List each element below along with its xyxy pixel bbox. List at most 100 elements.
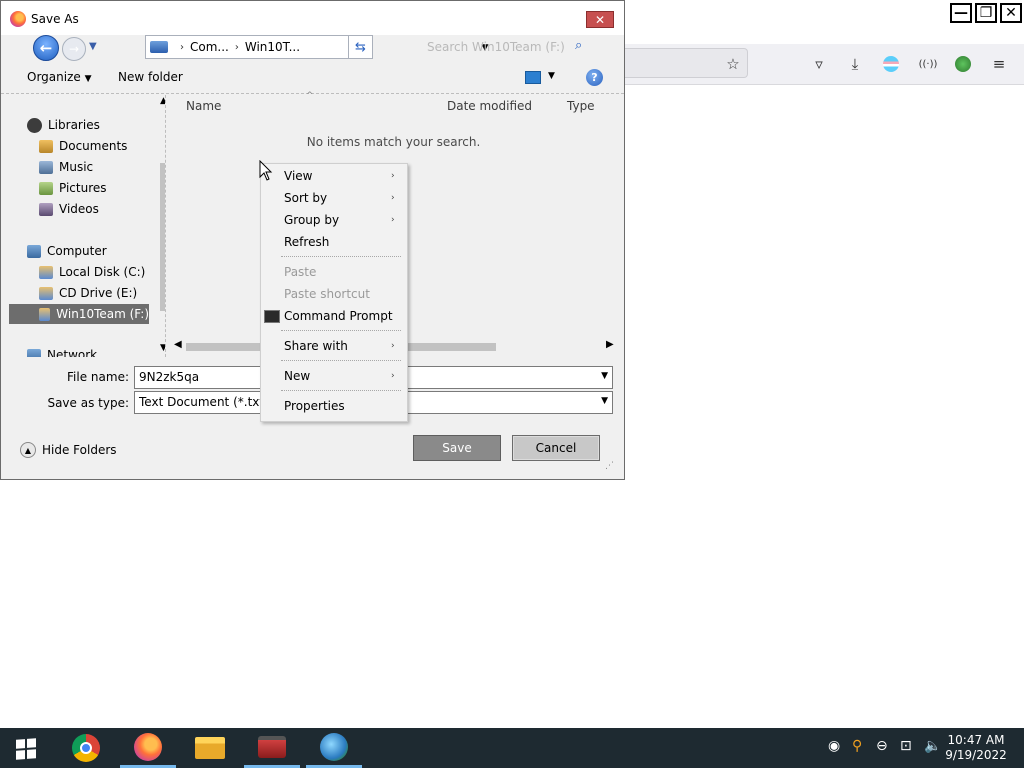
nav-label: Computer [47,244,107,258]
restore-button[interactable]: ❐ [975,3,997,23]
nav-label: CD Drive (E:) [59,286,138,300]
minus-circle-icon[interactable]: ⊖ [876,738,888,754]
chrome-icon[interactable] [58,728,114,768]
new-folder-button[interactable]: New folder [118,70,183,84]
hide-folders-button[interactable]: ▲ Hide Folders [20,442,117,458]
chevron-left-icon[interactable]: ◀ [174,339,182,350]
chevron-right-icon: › [391,171,395,181]
menu-item-properties[interactable]: Properties [261,396,407,416]
chevron-right-icon[interactable]: › [235,42,239,53]
idm-extension-icon[interactable] [953,54,973,74]
nav-item-libraries[interactable]: Libraries [27,115,100,135]
context-menu: View › Sort by › Group by › Refresh Paste P… [260,163,408,422]
taskbar: ◉ ⚲ ⊖ ⊡ 🔈 10:47 AM 9/19/2022 [0,728,1024,768]
nav-label: Local Disk (C:) [59,265,146,279]
bookmark-star-icon[interactable]: ☆ [723,54,743,74]
column-header-name[interactable]: Name [186,99,221,113]
documents-icon [39,139,53,153]
menu-item-refresh[interactable]: Refresh [261,232,407,252]
save-button[interactable]: Save [413,435,501,461]
dialog-title: Save As [31,12,79,26]
command-prompt-icon [264,309,280,323]
menu-label: Sort by [284,191,328,205]
menu-item-command-prompt[interactable]: Command Prompt [261,306,407,326]
nav-label: Win10Team (F:) [56,307,149,321]
menu-label: Refresh [284,235,330,249]
idm-icon[interactable] [306,728,362,768]
network-tray-icon[interactable]: ⊡ [900,738,912,754]
chevron-down-icon[interactable]: ▼ [548,71,555,81]
search-input[interactable]: Search Win10Team (F:) [427,35,597,59]
firefox-icon[interactable] [120,728,176,768]
refresh-icon[interactable]: ⇆ [349,35,373,59]
view-icon[interactable] [525,71,541,84]
chevron-down-icon[interactable]: ▼ [601,371,608,381]
download-icon[interactable]: ⤓ [845,54,865,74]
cancel-button[interactable]: Cancel [512,435,600,461]
breadcrumb-item-drive[interactable]: Win10T... [245,40,300,54]
file-explorer-icon[interactable] [182,728,238,768]
extension-wave-icon[interactable]: ((·)) [918,54,938,74]
menu-separator [281,256,401,258]
search-tray-icon[interactable]: ⚲ [852,738,862,754]
command-bar: Organize ▼ New folder ▼ ? [1,65,624,94]
nav-item-win10team[interactable]: Win10Team (F:) [9,304,149,324]
back-arrow-icon[interactable]: ← [33,35,59,61]
nav-label: Videos [59,202,99,216]
history-dropdown-icon[interactable]: ▼ [89,41,97,52]
menu-item-paste-shortcut[interactable]: Paste shortcut [261,284,407,304]
nav-scrollbar[interactable]: ▲ ▼ [157,95,165,357]
idm-tray-icon[interactable]: ◉ [828,738,840,754]
close-window-button[interactable]: ✕ [1000,3,1022,23]
menu-item-sort-by[interactable]: Sort by › [261,188,407,208]
nav-item-videos[interactable]: Videos [39,199,99,219]
menu-item-new[interactable]: New › [261,366,407,386]
column-header-type[interactable]: Type [567,99,595,113]
dialog-close-button[interactable]: ✕ [586,11,614,28]
breadcrumb-item-computer[interactable]: Com... [190,40,229,54]
windows-start-icon[interactable] [16,738,36,760]
minimize-button[interactable]: — [950,3,972,23]
menu-item-view[interactable]: View › [261,166,407,186]
nav-item-cd-drive[interactable]: CD Drive (E:) [39,283,137,303]
nav-item-pictures[interactable]: Pictures [39,178,107,198]
chevron-right-icon[interactable]: › [180,42,184,53]
libraries-icon [27,117,42,133]
pictures-icon [39,181,53,195]
pocket-icon[interactable]: ▿ [809,54,829,74]
volume-icon[interactable]: 🔈 [924,738,941,754]
breadcrumb[interactable]: › Com... › Win10T... ▼ [145,35,488,59]
nav-item-computer[interactable]: Computer [27,241,107,261]
sort-caret-icon: ^ [306,91,314,101]
filename-value: 9N2zk5qa [139,370,200,384]
hamburger-menu-icon[interactable]: ≡ [989,54,1009,74]
column-header-date[interactable]: Date modified [447,99,532,113]
nav-item-local-disk[interactable]: Local Disk (C:) [39,262,145,282]
nav-item-documents[interactable]: Documents [39,136,127,156]
menu-item-group-by[interactable]: Group by › [261,210,407,230]
menu-separator [281,330,401,332]
menu-item-paste[interactable]: Paste [261,262,407,282]
chevron-down-icon[interactable]: ▼ [601,396,608,406]
nav-item-network[interactable]: Network [27,345,97,357]
music-icon [39,160,53,174]
nav-label: Network [47,348,98,357]
search-icon[interactable]: ⌕ [575,38,582,53]
drive-icon [39,265,53,279]
menu-label: Group by [284,213,340,227]
computer-icon [27,244,41,258]
nav-label: Pictures [59,181,107,195]
clock-date: 9/19/2022 [945,748,1007,762]
extension-flag-icon[interactable] [881,54,901,74]
toolbox-icon[interactable] [244,728,300,768]
videos-icon [39,202,53,216]
organize-button[interactable]: Organize ▼ [27,70,92,84]
help-icon[interactable]: ? [586,69,603,86]
resize-grip-icon[interactable]: ⋰ [605,461,614,471]
chevron-right-icon[interactable]: ▶ [606,339,614,350]
nav-label: Libraries [48,118,100,132]
forward-arrow-icon[interactable]: → [62,37,86,61]
menu-item-share-with[interactable]: Share with › [261,336,407,356]
nav-item-music[interactable]: Music [39,157,93,177]
clock[interactable]: 10:47 AM 9/19/2022 [944,733,1008,763]
